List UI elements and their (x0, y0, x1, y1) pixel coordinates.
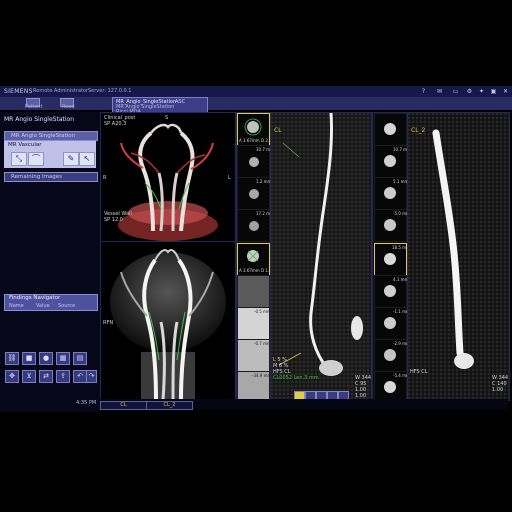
cl2-image (408, 113, 509, 400)
findings-col-value: Value (36, 303, 50, 309)
cross-section-cell[interactable]: 10.7 mm (374, 145, 411, 178)
cross-section-cell[interactable]: -0.7 mm (237, 339, 271, 372)
patient-label: Patient (25, 104, 43, 110)
task-tab[interactable]: MR_Angio_SingleStation MR Angio SingleSt… (112, 97, 208, 115)
findings-col-source: Source (58, 303, 76, 309)
vr-label-sp: SP A20.3 (104, 121, 127, 127)
cross-section-cell[interactable]: 10.7 mm (237, 145, 274, 178)
undo-icon[interactable]: ↶ (73, 370, 87, 383)
monitor-icon[interactable]: ▣ (490, 88, 497, 95)
vr-orient-right: L (228, 175, 231, 181)
cross-section-cell[interactable]: A 3.67mm D 2.1mm (237, 113, 279, 146)
cross-section-cell[interactable]: -5.0 mm (374, 209, 410, 242)
cross-section-cell[interactable]: 18.5 mm (374, 243, 410, 276)
mail-icon[interactable]: ✉ (436, 88, 443, 95)
tab-cl[interactable]: CL (100, 401, 147, 410)
vr-orient-top: S (165, 115, 169, 121)
pen-icon[interactable]: ✎ (63, 152, 79, 166)
cell-label: -34.9 mm (252, 373, 272, 378)
section-remaining-images[interactable]: Remaining Images (4, 172, 98, 182)
filter-icon[interactable]: ⊻ (22, 370, 36, 383)
circle-icon[interactable]: ● (39, 352, 53, 365)
help-icon[interactable]: ? (420, 88, 427, 95)
cl2-title: CL_2 (411, 127, 426, 134)
cell-label: -0.5 mm (254, 309, 271, 314)
viewport-cross-sections-1[interactable]: A 3.67mm D 2.1mm 10.7 mm 1.2 mm 17.2 mm … (236, 112, 279, 404)
wand-icon[interactable]: ✦ (478, 88, 485, 95)
cross-section-cell[interactable] (237, 275, 270, 308)
viewport-cross-sections-2[interactable]: 10.7 mm 5.1 mm -5.0 mm 18.5 mm 4.1 mm -1… (372, 112, 411, 404)
panel-title: MR Angio SingleStation (4, 116, 74, 123)
tab-cl2[interactable]: CL_2 (146, 401, 193, 410)
move-icon[interactable]: ✥ (5, 370, 19, 383)
cross-section-cell[interactable]: -0.5 mm (237, 307, 271, 340)
redo-icon[interactable]: ↷ (86, 370, 97, 383)
section-singlestation[interactable]: MR Angio SingleStation (4, 131, 98, 141)
findings-title: Findings Navigator (9, 295, 61, 301)
cross-section-cell[interactable]: 5.1 mm (374, 177, 408, 210)
vessel-probe-icon[interactable]: ⤡ (11, 152, 27, 166)
vr-orient-left: R (103, 175, 107, 181)
viewport-volume-rendering[interactable]: Clinical_post SP A20.3 S R L Vessel Wall… (100, 112, 236, 242)
layout-icon[interactable]: ▤ (73, 352, 87, 365)
vr-label-sp2: SP 12.0 (104, 217, 123, 223)
findings-col-name: Name (9, 303, 24, 309)
square-icon[interactable]: ■ (22, 352, 36, 365)
export-icon[interactable]: ⇪ (56, 370, 70, 383)
viewport-mip[interactable]: RFN (100, 241, 236, 401)
viewport-centerline-2[interactable]: CL_2 HFS CL W 344 C 140 1.00 (407, 112, 510, 401)
cross-section-cell[interactable]: 4.1 mm (374, 275, 408, 308)
server-name: Server: 127.0.0.1 (88, 88, 132, 94)
cross-section-cell[interactable] (374, 113, 407, 146)
brand-logo: SIEMENS (4, 88, 33, 95)
mr-vascular-label: MR Vascular (8, 142, 42, 148)
task-tab-asc: ASC (175, 99, 186, 105)
cursor-icon[interactable]: ↖ (79, 152, 95, 166)
cl2-label: HFS CL (410, 369, 428, 375)
cross-section-cell[interactable]: A 3.67mm D 1.1mm (237, 243, 279, 276)
cell-label: -0.7 mm (254, 341, 271, 346)
cross-section-cell[interactable]: 1.2 mm (237, 177, 271, 210)
close-icon[interactable]: ✕ (502, 88, 509, 95)
link-icon[interactable]: ⛓ (5, 352, 19, 365)
cross-section-cell[interactable]: 17.2 mm (237, 209, 274, 242)
mip-orient-left: RFN (103, 320, 114, 326)
task-bar (0, 97, 512, 110)
transfer-icon[interactable]: ⇄ (39, 370, 53, 383)
cl-title: CL (274, 127, 282, 134)
cl2-label: 1.00 (492, 387, 504, 393)
cross-section-cell[interactable]: -1.1 mm (374, 307, 410, 340)
window-icon[interactable]: ▭ (452, 88, 459, 95)
cl-label: CL0052 Len.3 mm (273, 375, 319, 381)
grid-icon[interactable]: ▦ (56, 352, 70, 365)
section-singlestation-label: MR Angio SingleStation (11, 133, 76, 139)
section-remaining-label: Remaining Images (11, 174, 63, 180)
curve-icon[interactable]: ⌒ (28, 152, 44, 166)
settings-icon[interactable]: ⚙ (466, 88, 473, 95)
clock: 4:35 PM (76, 400, 97, 406)
app-name: Remote Administrator (33, 88, 88, 94)
mip-image (110, 249, 226, 400)
read-label: Read (62, 104, 75, 110)
viewport-centerline-1[interactable]: CL L 5 % M 6 % HFS CL CL0052 Len.3 mm W … (270, 112, 372, 401)
cross-section-cell[interactable]: -2.9 mm (374, 339, 410, 372)
